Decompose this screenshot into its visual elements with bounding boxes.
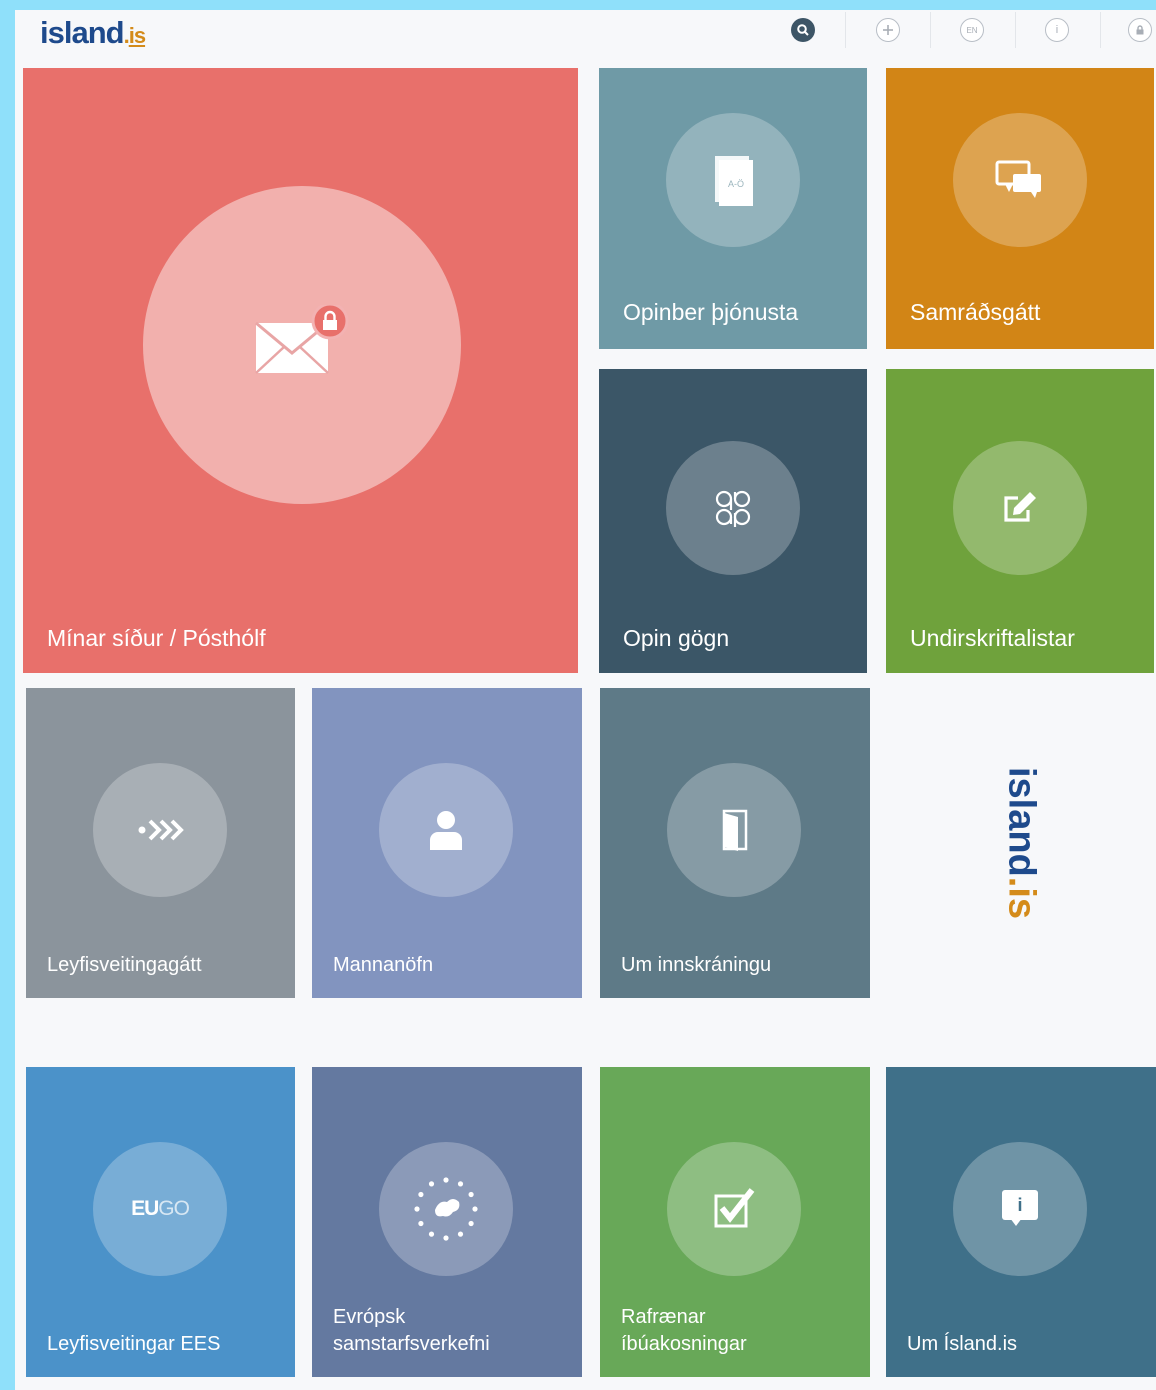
header-divider bbox=[845, 12, 846, 48]
eu-stars-icon bbox=[379, 1142, 513, 1276]
arrows-icon bbox=[93, 763, 227, 897]
logo-suffix: is bbox=[128, 23, 146, 48]
mail-lock-icon bbox=[143, 186, 461, 504]
book-icon: A-Ö bbox=[666, 113, 800, 247]
tile-samradsgatt[interactable]: Samráðsgátt bbox=[886, 68, 1154, 349]
side-logo-dot: . bbox=[1000, 876, 1042, 888]
eugo-icon: EUGO bbox=[93, 1142, 227, 1276]
checkbox-icon bbox=[667, 1142, 801, 1276]
tile-opinber-thjonusta[interactable]: A-Ö Opinber þjónusta bbox=[599, 68, 867, 349]
tile-um-island-is[interactable]: i Um Ísland.is bbox=[886, 1067, 1156, 1377]
door-icon bbox=[667, 763, 801, 897]
tile-label-line: íbúakosningar bbox=[621, 1333, 747, 1355]
search-icon[interactable] bbox=[791, 18, 815, 42]
header-divider bbox=[930, 12, 931, 48]
tile-label: Samráðsgátt bbox=[910, 299, 1041, 325]
edit-icon bbox=[953, 441, 1087, 575]
tile-mannanofn[interactable]: Mannanöfn bbox=[312, 688, 582, 998]
tile-minar-sidur[interactable]: Mínar síður / Pósthólf bbox=[23, 68, 578, 673]
tile-label: Mannanöfn bbox=[333, 954, 434, 976]
tile-label-line: Evrópsk bbox=[333, 1306, 406, 1328]
tile-evropsk-samstarfsverkefni[interactable]: Evrópsk samstarfsverkefni bbox=[312, 1067, 582, 1377]
info-icon-text: i bbox=[1002, 1190, 1038, 1220]
book-icon-text: A-Ö bbox=[728, 179, 744, 189]
tile-leyfisveitingagatt[interactable]: Leyfisveitingagátt bbox=[26, 688, 295, 998]
language-icon[interactable]: EN bbox=[960, 18, 984, 42]
tile-label: Um Ísland.is bbox=[907, 1333, 1018, 1355]
island-logo[interactable]: island.is bbox=[40, 15, 146, 51]
info-icon: i bbox=[953, 1142, 1087, 1276]
island-side-logo: island.is bbox=[885, 688, 1156, 998]
tile-rafraenar-ibuakosningar[interactable]: Rafrænar íbúakosningar bbox=[600, 1067, 870, 1377]
info-icon[interactable]: i bbox=[1045, 18, 1069, 42]
tile-label: Leyfisveitingagátt bbox=[47, 954, 202, 976]
side-logo-suffix: is bbox=[1000, 887, 1042, 920]
tile-label: Rafrænar íbúakosningar bbox=[621, 1304, 747, 1358]
tile-label: Opin gögn bbox=[623, 625, 730, 651]
tile-label-line: samstarfsverkefni bbox=[333, 1333, 490, 1355]
tile-label: Um innskráningu bbox=[621, 954, 772, 976]
tile-label-line: Rafrænar bbox=[621, 1306, 706, 1328]
eugo-text-go: GO bbox=[158, 1197, 190, 1220]
tile-leyfisveitingar-ees[interactable]: EUGO Leyfisveitingar EES bbox=[26, 1067, 295, 1377]
side-logo-main: island bbox=[1000, 766, 1042, 877]
header-divider bbox=[1100, 12, 1101, 48]
info-label: i bbox=[1055, 24, 1059, 36]
tile-label: Undirskriftalistar bbox=[910, 625, 1075, 651]
tile-label: Evrópsk samstarfsverkefni bbox=[333, 1304, 490, 1358]
header: island.is EN i bbox=[15, 10, 1156, 66]
plus-icon[interactable] bbox=[876, 18, 900, 42]
tile-label: Opinber þjónusta bbox=[623, 299, 799, 325]
header-divider bbox=[1015, 12, 1016, 48]
tile-um-innskraningu[interactable]: Um innskráningu bbox=[600, 688, 870, 998]
logo-main: island bbox=[40, 15, 125, 50]
language-label: EN bbox=[966, 25, 978, 35]
data-icon bbox=[666, 441, 800, 575]
lock-icon[interactable] bbox=[1128, 18, 1152, 42]
person-icon bbox=[379, 763, 513, 897]
eugo-text-eu: EU bbox=[131, 1197, 159, 1220]
tile-opin-gogn[interactable]: Opin gögn bbox=[599, 369, 867, 673]
tile-label: Leyfisveitingar EES bbox=[47, 1333, 221, 1355]
tile-undirskriftalistar[interactable]: Undirskriftalistar bbox=[886, 369, 1154, 673]
chat-icon bbox=[953, 113, 1087, 247]
tile-label: Mínar síður / Pósthólf bbox=[47, 625, 266, 651]
page: island.is EN i Mínar síður / Pósthólf A-… bbox=[15, 10, 1156, 1390]
